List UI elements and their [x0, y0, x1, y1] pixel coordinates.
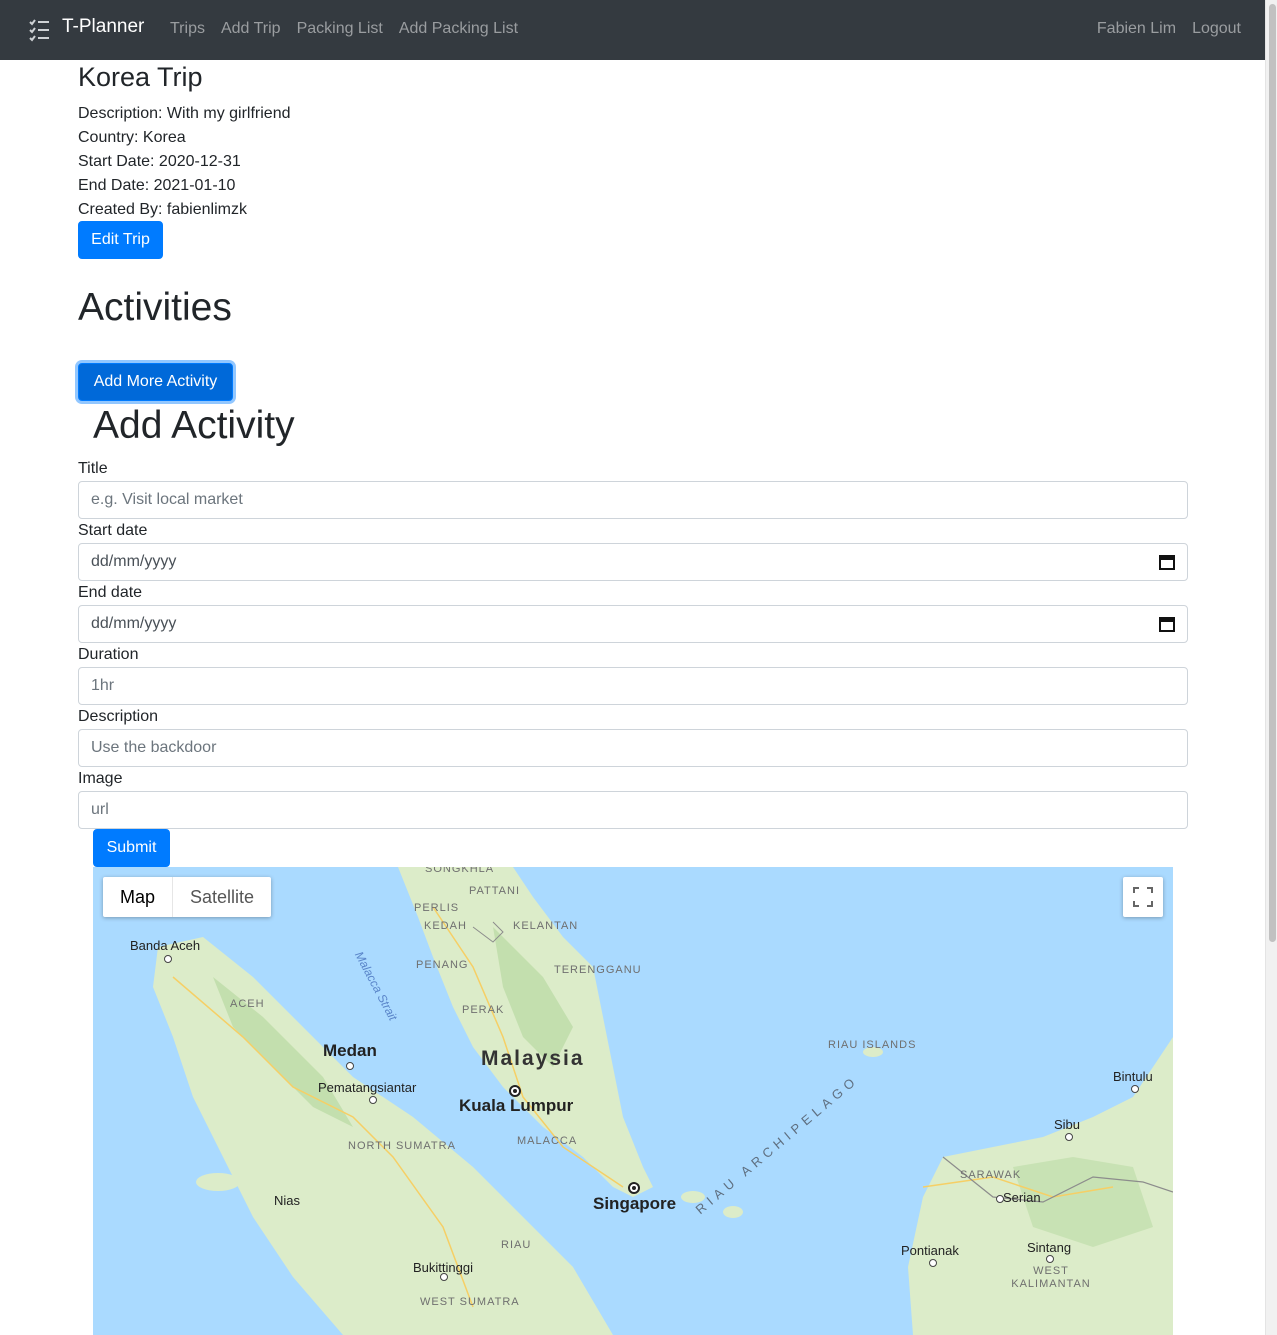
map-marker-pematangsiantar — [369, 1096, 377, 1104]
map-label-pattani: PATTANI — [469, 885, 520, 897]
map-label-perak: PERAK — [462, 1004, 505, 1016]
trip-country: Country: Korea — [78, 129, 186, 146]
map-marker-banda-aceh — [164, 955, 172, 963]
map-marker-sibu — [1065, 1133, 1073, 1141]
nav-link-add-trip[interactable]: Add Trip — [221, 20, 281, 38]
title-label: Title — [78, 460, 108, 477]
map-label-medan: Medan — [323, 1041, 377, 1060]
map-label-banda-aceh: Banda Aceh — [130, 938, 201, 953]
map-label-sintang: Sintang — [1027, 1240, 1072, 1255]
map-label-singapore: Singapore — [593, 1194, 677, 1213]
map-marker-pontianak — [929, 1259, 937, 1267]
map-label-riau-islands: RIAU ISLANDS — [828, 1039, 917, 1051]
brand-name[interactable]: T-Planner — [62, 16, 144, 38]
map-label-north-sumatra: NORTH SUMATRA — [348, 1140, 456, 1152]
map-label-west-sumatra: WEST SUMATRA — [420, 1296, 520, 1308]
duration-input[interactable] — [78, 667, 1188, 705]
trip-description: Description: With my girlfriend — [78, 105, 291, 122]
map-marker-bintulu — [1131, 1085, 1139, 1093]
map-marker-singapore — [628, 1182, 640, 1194]
calendar-icon[interactable] — [1159, 616, 1175, 632]
nav-user-name[interactable]: Fabien Lim — [1097, 20, 1176, 38]
duration-label: Duration — [78, 646, 139, 663]
add-more-activity-button[interactable]: Add More Activity — [78, 363, 233, 401]
map-label-malaysia: Malaysia — [481, 1047, 585, 1070]
navbar: T-Planner Trips Add Trip Packing List Ad… — [0, 0, 1265, 60]
map-type-satellite-button[interactable]: Satellite — [172, 877, 271, 917]
nav-user-area: Fabien Lim Logout — [1097, 20, 1241, 38]
trip-details: Description: With my girlfriend Country:… — [78, 102, 291, 222]
nav-link-trips[interactable]: Trips — [170, 20, 205, 38]
map-marker-sintang — [1046, 1255, 1054, 1263]
map-label-west-kalimantan: WEST KALIMANTAN — [1011, 1265, 1091, 1290]
map-label-terengganu: TERENGGANU — [554, 964, 642, 976]
trip-end-date: End Date: 2021-01-10 — [78, 177, 236, 194]
end-date-placeholder: dd/mm/yyyy — [91, 615, 177, 632]
nav-link-packing-list[interactable]: Packing List — [297, 20, 383, 38]
trip-title: Korea Trip — [78, 62, 203, 92]
map-label-malacca: MALACCA — [517, 1135, 578, 1147]
start-date-placeholder: dd/mm/yyyy — [91, 553, 177, 570]
end-date-input[interactable]: dd/mm/yyyy — [78, 605, 1188, 643]
nav-links: Trips Add Trip Packing List Add Packing … — [170, 20, 518, 38]
map-label-kelantan: KELANTAN — [513, 920, 579, 932]
description-input[interactable] — [78, 729, 1188, 767]
description-label: Description — [78, 708, 159, 725]
fullscreen-button[interactable] — [1123, 877, 1163, 917]
add-activity-heading: Add Activity — [93, 404, 295, 447]
image-label: Image — [78, 770, 123, 787]
map-label-nias: Nias — [274, 1193, 301, 1208]
map-label-songkhla: SONGKHLA — [425, 867, 495, 875]
map-marker-medan — [346, 1062, 354, 1070]
map-marker-bukittinggi — [440, 1273, 448, 1281]
page-scrollbar[interactable] — [1265, 0, 1277, 1335]
map-label-kedah: KEDAH — [424, 920, 467, 932]
submit-button[interactable]: Submit — [93, 829, 170, 867]
scrollbar-thumb[interactable] — [1269, 4, 1276, 942]
checklist-icon[interactable] — [28, 18, 50, 42]
map-label-serian: Serian — [1003, 1190, 1041, 1205]
map-label-kuala-lumpur: Kuala Lumpur — [459, 1096, 574, 1115]
activities-heading: Activities — [78, 286, 232, 329]
map-label-sarawak: SARAWAK — [960, 1169, 1022, 1181]
title-input[interactable] — [78, 481, 1188, 519]
start-date-input[interactable]: dd/mm/yyyy — [78, 543, 1188, 581]
trip-created-by: Created By: fabienlimzk — [78, 201, 247, 218]
image-url-input[interactable] — [78, 791, 1188, 829]
map-label-sibu: Sibu — [1054, 1117, 1081, 1132]
map-view[interactable]: Map Satellite SONGKHLA PATTANI PERLIS KE… — [93, 867, 1173, 1335]
map-type-control: Map Satellite — [103, 877, 272, 917]
map-label-perlis: PERLIS — [414, 902, 460, 914]
nav-logout-link[interactable]: Logout — [1192, 20, 1241, 38]
calendar-icon[interactable] — [1159, 554, 1175, 570]
start-date-label: Start date — [78, 522, 148, 539]
map-label-riau: RIAU — [501, 1239, 532, 1251]
trip-start-date: Start Date: 2020-12-31 — [78, 153, 241, 170]
edit-trip-button[interactable]: Edit Trip — [78, 221, 163, 259]
fullscreen-icon — [1133, 887, 1153, 907]
map-label-pontianak: Pontianak — [901, 1243, 959, 1258]
map-label-penang: PENANG — [416, 959, 469, 971]
map-label-aceh: ACEH — [230, 998, 265, 1010]
map-label-pematangsiantar: Pematangsiantar — [318, 1080, 417, 1095]
map-type-map-button[interactable]: Map — [103, 877, 172, 917]
end-date-label: End date — [78, 584, 143, 601]
nav-link-add-packing-list[interactable]: Add Packing List — [399, 20, 518, 38]
map-label-bintulu: Bintulu — [1113, 1069, 1153, 1084]
